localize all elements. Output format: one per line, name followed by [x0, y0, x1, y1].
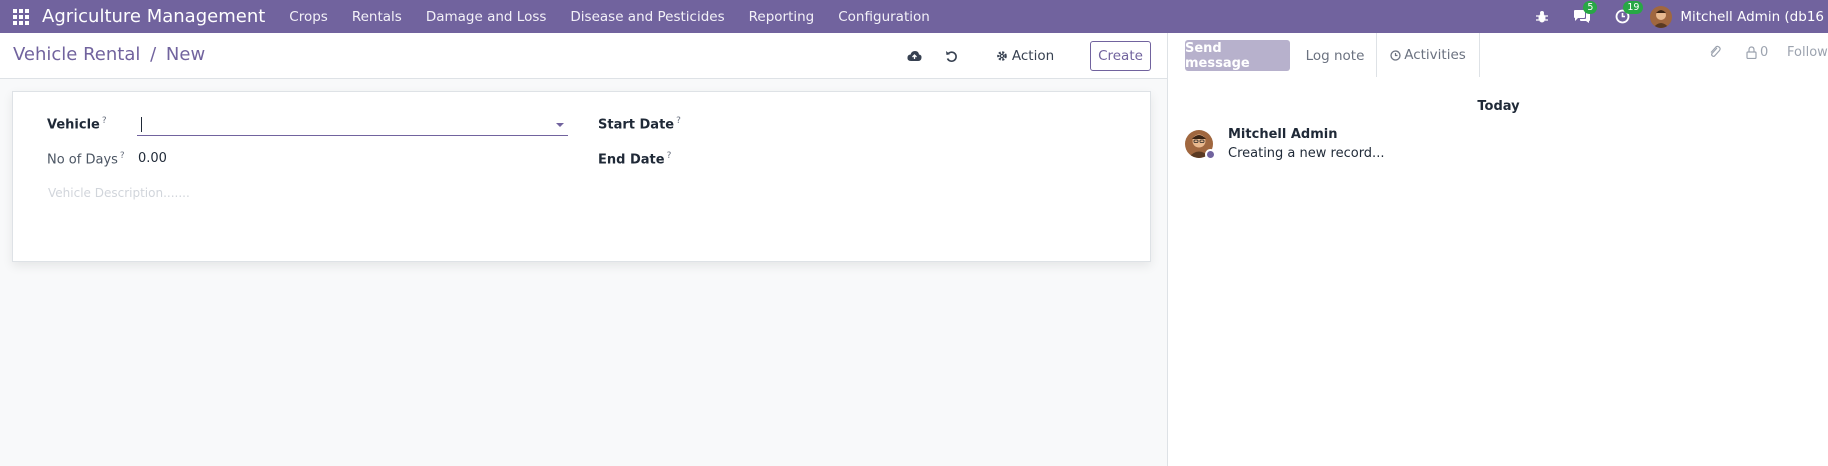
- follow-button[interactable]: Follow: [1787, 45, 1828, 60]
- text-caret: [141, 117, 142, 132]
- end-date-help-icon[interactable]: ?: [667, 151, 672, 161]
- message-author[interactable]: Mitchell Admin: [1228, 127, 1337, 142]
- breadcrumb-parent[interactable]: Vehicle Rental: [13, 44, 140, 65]
- vehicle-help-icon[interactable]: ?: [102, 116, 107, 126]
- days-field[interactable]: 0.00: [138, 151, 167, 166]
- days-label: No of Days?: [47, 151, 125, 168]
- discard-button[interactable]: [937, 41, 965, 71]
- action-menu-button[interactable]: Action: [990, 41, 1060, 71]
- followers-count: 0: [1760, 45, 1769, 60]
- menu-crops[interactable]: Crops: [277, 9, 340, 25]
- menu-disease-and-pesticides[interactable]: Disease and Pesticides: [558, 9, 736, 25]
- start-date-help-icon[interactable]: ?: [676, 116, 681, 126]
- messages-icon[interactable]: 5: [1562, 0, 1602, 33]
- app-brand[interactable]: Agriculture Management: [42, 6, 265, 27]
- breadcrumb: Vehicle Rental / New: [13, 44, 205, 65]
- control-panel: Vehicle Rental / New Action Create: [0, 33, 1168, 79]
- cloud-upload-icon: [906, 51, 922, 61]
- days-help-icon[interactable]: ?: [120, 151, 125, 161]
- vehicle-select-input[interactable]: [137, 114, 568, 136]
- chatter-panel: Send message Log note Activities 0 Follo…: [1167, 33, 1828, 466]
- online-status-dot: [1205, 149, 1216, 160]
- message-body: Creating a new record...: [1228, 146, 1385, 161]
- activities-count-badge: 19: [1623, 1, 1644, 14]
- activities-clock-icon[interactable]: 19: [1602, 0, 1644, 33]
- user-avatar[interactable]: [1650, 5, 1673, 28]
- menu-configuration[interactable]: Configuration: [826, 9, 942, 25]
- user-menu[interactable]: Mitchell Admin (db16: [1680, 9, 1828, 25]
- start-date-label: Start Date?: [598, 116, 681, 133]
- menu-rentals[interactable]: Rentals: [340, 9, 414, 25]
- activities-button[interactable]: Activities: [1376, 33, 1480, 77]
- end-date-label: End Date?: [598, 151, 672, 168]
- undo-icon: [945, 50, 957, 62]
- menu-reporting[interactable]: Reporting: [737, 9, 827, 25]
- form-sheet: Vehicle? No of Days? 0.00 Start Date? En…: [12, 91, 1151, 262]
- followers-button[interactable]: 0: [1746, 45, 1768, 60]
- top-navbar: Agriculture Management Crops Rentals Dam…: [0, 0, 1828, 33]
- send-message-button[interactable]: Send message: [1185, 40, 1290, 71]
- log-note-button[interactable]: Log note: [1296, 40, 1374, 71]
- chatter-topbar: Send message Log note Activities 0 Follo…: [1168, 33, 1828, 77]
- vehicle-label: Vehicle?: [47, 116, 107, 133]
- breadcrumb-current: New: [165, 44, 206, 65]
- gear-icon: [997, 51, 1007, 61]
- action-label: Action: [1011, 48, 1055, 64]
- clock-icon: [1390, 49, 1401, 61]
- vehicle-description-field[interactable]: Vehicle Description.......: [48, 186, 190, 200]
- form-view: Vehicle? No of Days? 0.00 Start Date? En…: [0, 79, 1168, 466]
- menu-damage-and-loss[interactable]: Damage and Loss: [414, 9, 559, 25]
- create-button[interactable]: Create: [1090, 41, 1151, 71]
- activities-label: Activities: [1404, 47, 1466, 63]
- breadcrumb-separator: /: [150, 44, 157, 65]
- chevron-down-icon[interactable]: [556, 123, 564, 127]
- lock-icon: [1746, 46, 1757, 59]
- apps-menu-icon[interactable]: [0, 0, 42, 33]
- save-cloud-button[interactable]: [900, 41, 928, 71]
- attachment-paperclip-icon[interactable]: [1708, 45, 1722, 59]
- debug-bug-icon[interactable]: [1522, 0, 1562, 33]
- messages-count-badge: 5: [1583, 1, 1598, 14]
- date-separator: Today: [1477, 99, 1520, 114]
